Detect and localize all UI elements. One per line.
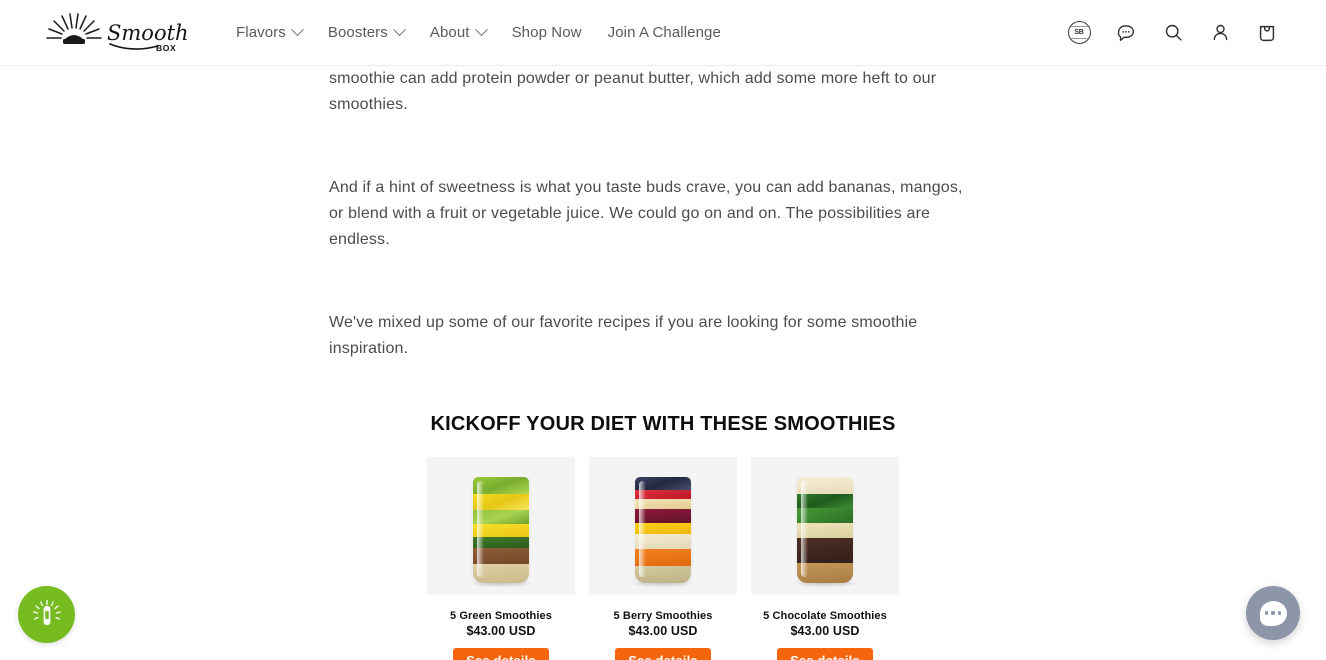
site-logo[interactable]: Smoothie BOX [44, 10, 194, 56]
nav-item-about[interactable]: About [429, 23, 488, 41]
search-button[interactable] [1158, 18, 1188, 48]
recommended-products-section: KICKOFF YOUR DIET WITH THESE SMOOTHIES 5… [0, 413, 1326, 660]
nav-label-about: About [429, 24, 470, 41]
cart-icon [1259, 25, 1275, 41]
account-icon [1213, 24, 1227, 41]
nav-item-shop-now[interactable]: Shop Now [512, 24, 582, 41]
product-title[interactable]: 5 Berry Smoothies [614, 609, 713, 623]
chevron-down-icon [291, 23, 304, 37]
article-content: smoothie can add protein powder or peanu… [329, 66, 974, 362]
nav-item-boosters[interactable]: Boosters [327, 23, 406, 41]
chocolate-smoothie-jar-image[interactable] [751, 457, 899, 595]
svg-text:Smoothie: Smoothie [107, 21, 189, 45]
product-card: 5 Berry Smoothies $43.00 USD See details [589, 457, 737, 660]
see-details-button[interactable]: See details [777, 648, 873, 660]
rewards-launcher-button[interactable] [18, 586, 75, 643]
smoothie-jar-graphic [797, 477, 853, 583]
header-actions: SB [1064, 18, 1282, 48]
product-price: $43.00 USD [790, 624, 860, 638]
chat-button[interactable] [1111, 18, 1141, 48]
product-card: 5 Green Smoothies $43.00 USD See details [427, 457, 575, 660]
page-body: smoothie can add protein powder or peanu… [0, 66, 1326, 660]
smoothie-jar-graphic [473, 477, 529, 583]
green-smoothie-jar-image[interactable] [427, 457, 575, 595]
page-title: KICKOFF YOUR DIET WITH THESE SMOOTHIES [430, 413, 896, 435]
berry-smoothie-jar-image[interactable] [589, 457, 737, 595]
see-details-button[interactable]: See details [453, 648, 549, 660]
product-title[interactable]: 5 Chocolate Smoothies [763, 609, 887, 623]
product-title[interactable]: 5 Green Smoothies [450, 609, 552, 623]
chat-dot [1271, 611, 1275, 615]
article-paragraph-1: smoothie can add protein powder or peanu… [329, 70, 937, 113]
rewards-badge-button[interactable]: SB [1064, 18, 1094, 48]
chat-icon [1117, 24, 1135, 41]
search-icon [1165, 24, 1182, 41]
rewards-badge-icon: SB [1067, 21, 1091, 44]
product-price: $43.00 USD [628, 624, 698, 638]
nav-item-flavors[interactable]: Flavors [236, 23, 304, 41]
rewards-badge-label: SB [1074, 29, 1084, 36]
chat-dot [1264, 611, 1269, 615]
product-grid: 5 Green Smoothies $43.00 USD See details [0, 457, 1326, 660]
account-button[interactable] [1205, 18, 1235, 48]
see-details-button[interactable]: See details [615, 648, 711, 660]
chat-bubble-icon [1259, 600, 1287, 626]
rewards-bottle-sunburst-icon [32, 599, 61, 625]
nav-label-boosters: Boosters [327, 24, 388, 41]
svg-text:BOX: BOX [156, 43, 176, 53]
nav-label-flavors: Flavors [236, 24, 286, 41]
site-header: Smoothie BOX Flavors Boosters About Shop… [0, 0, 1326, 66]
article-paragraph-3: We've mixed up some of our favorite reci… [329, 314, 918, 357]
nav-item-join-a-challenge[interactable]: Join A Challenge [608, 24, 721, 41]
nav-label-join-a-challenge: Join A Challenge [607, 24, 721, 41]
chevron-down-icon [393, 23, 406, 37]
sunburst-logo-icon: Smoothie BOX [46, 12, 189, 53]
cart-button[interactable] [1252, 18, 1282, 48]
nav-label-shop-now: Shop Now [511, 24, 582, 41]
smoothie-jar-graphic [635, 477, 691, 583]
product-price: $43.00 USD [466, 624, 536, 638]
article-paragraph-2: And if a hint of sweetness is what you t… [329, 179, 963, 248]
product-card: 5 Chocolate Smoothies $43.00 USD See det… [751, 457, 899, 660]
chevron-down-icon [474, 23, 488, 37]
chat-dot [1277, 611, 1282, 615]
gorgias-chat-launcher-button[interactable] [1246, 586, 1300, 640]
main-navigation: Flavors Boosters About Shop Now Join A C… [236, 23, 721, 41]
